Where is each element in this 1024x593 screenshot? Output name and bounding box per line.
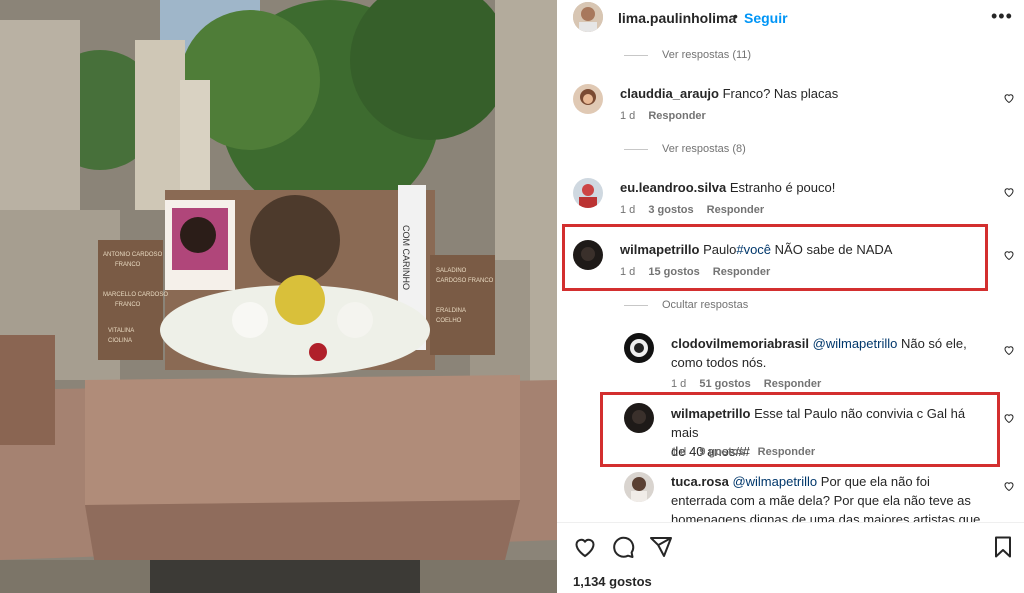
reply-button[interactable]: Responder	[758, 446, 815, 458]
reply-text-line-3: homenagens dignas de uma das maiores art…	[671, 512, 981, 522]
author-avatar[interactable]	[573, 2, 603, 32]
right-plaque-line-2: CARDOSO FRANCO	[436, 278, 494, 284]
right-plaque-line-1: SALADINO	[436, 268, 467, 274]
header-separator-dot: •	[733, 8, 738, 24]
comment-username[interactable]: wilmapetrillo	[620, 242, 699, 257]
comment-meta: 1 d 3 gostos Responder	[620, 204, 774, 216]
reply-text-line-1: Não só ele,	[897, 336, 967, 351]
comment-meta: 1 d 15 gostos Responder	[620, 266, 780, 278]
left-plaque-line-5: VITALINA	[108, 328, 134, 334]
comment-icon[interactable]	[611, 535, 635, 559]
commenter-avatar[interactable]	[573, 240, 603, 270]
reply-heart-icon[interactable]	[1003, 344, 1015, 356]
reply-meta: 1 d 51 gostos Responder	[671, 378, 831, 390]
left-plaque-line-4: FRANCO	[115, 302, 141, 308]
reply-time: 1 d	[671, 446, 687, 458]
comment-username[interactable]: eu.leandroo.silva	[620, 180, 726, 195]
comment-heart-icon[interactable]	[1003, 249, 1015, 261]
author-username[interactable]: lima.paulinholima	[618, 10, 736, 26]
commenter-avatar[interactable]	[573, 178, 603, 208]
ribbon-text: COM CARINHO	[401, 225, 411, 290]
comment-time: 1 d	[620, 266, 636, 278]
reply-avatar[interactable]	[624, 333, 654, 363]
comment-text: Franco? Nas placas	[722, 86, 839, 101]
left-plaque-line-2: FRANCO	[115, 262, 141, 268]
reply-heart-icon[interactable]	[1003, 412, 1015, 424]
post-header: lima.paulinholima • Seguir •••	[557, 0, 1024, 36]
reply-button[interactable]: Responder	[648, 110, 705, 122]
hide-replies-button[interactable]: Ocultar respostas	[662, 299, 748, 311]
view-replies-button[interactable]: Ver respostas (11)	[662, 49, 751, 61]
reply-heart-icon[interactable]	[1003, 480, 1015, 492]
likes-count[interactable]: 1,134 gostos	[573, 574, 652, 589]
reply-time: 1 d	[671, 378, 687, 390]
comment-text: NÃO sabe de NADA	[771, 242, 893, 257]
reply-username[interactable]: clodovilmemoriabrasil	[671, 336, 809, 351]
post-side-panel: lima.paulinholima • Seguir ••• Ver respo…	[557, 0, 1024, 593]
comment-text: Paulo	[703, 242, 737, 257]
reply-button[interactable]: Responder	[764, 378, 821, 390]
comment-body: wilmapetrillo Paulo#você NÃO sabe de NAD…	[620, 240, 892, 259]
reply-text-line-1: Por que ela não foi	[817, 474, 930, 489]
reply-button[interactable]: Responder	[713, 266, 770, 278]
cemetery-photo-illustration: COM CARINHO ANTONIO CARDOSO FRANCO MARCE…	[0, 0, 557, 593]
comment-heart-icon[interactable]	[1003, 92, 1015, 104]
share-icon[interactable]	[649, 535, 673, 559]
reply-username[interactable]: tuca.rosa	[671, 474, 729, 489]
bookmark-icon[interactable]	[991, 535, 1015, 559]
left-plaque-line-6: CIOLINA	[108, 338, 132, 344]
comment-likes[interactable]: 15 gostos	[648, 266, 699, 278]
left-plaque-line-3: MARCELLO CARDOSO	[103, 292, 168, 298]
follow-button[interactable]: Seguir	[744, 10, 788, 26]
comment-text: Estranho é pouco!	[729, 180, 836, 195]
reply-likes[interactable]: 9 gostos	[699, 446, 744, 458]
view-replies-button[interactable]: Ver respostas (8)	[662, 143, 746, 155]
comment-heart-icon[interactable]	[1003, 186, 1015, 198]
comment-hashtag[interactable]: #você	[736, 242, 771, 257]
actions-divider	[557, 522, 1024, 523]
reply-body: tuca.rosa @wilmapetrillo Por que ela não…	[671, 472, 991, 522]
reply-text-line-2: enterrada com a mãe dela? Por que ela nã…	[671, 493, 971, 508]
comment-username[interactable]: clauddia_araujo	[620, 86, 719, 101]
comment-body: eu.leandroo.silva Estranho é pouco!	[620, 178, 835, 197]
comment-body: clauddia_araujo Franco? Nas placas	[620, 84, 838, 103]
post-photo[interactable]: COM CARINHO ANTONIO CARDOSO FRANCO MARCE…	[0, 0, 557, 593]
right-plaque-line-3: ERALDINA	[436, 308, 466, 314]
comment-likes[interactable]: 3 gostos	[648, 204, 693, 216]
reply-meta: 1 d 9 gostos Responder	[671, 446, 825, 458]
view-replies-line	[624, 149, 648, 150]
reply-username[interactable]: wilmapetrillo	[671, 406, 750, 421]
reply-avatar[interactable]	[624, 403, 654, 433]
reply-mention[interactable]: @wilmapetrillo	[813, 336, 898, 351]
reply-mention[interactable]: @wilmapetrillo	[732, 474, 817, 489]
reply-body: clodovilmemoriabrasil @wilmapetrillo Não…	[671, 334, 991, 372]
comment-time: 1 d	[620, 110, 636, 122]
reply-text-line-2: como todos nós.	[671, 355, 767, 370]
view-replies-line	[624, 55, 648, 56]
heart-icon[interactable]	[573, 535, 597, 559]
reply-avatar[interactable]	[624, 472, 654, 502]
right-plaque-line-4: COELHO	[436, 318, 462, 324]
comment-time: 1 d	[620, 204, 636, 216]
more-options-icon[interactable]: •••	[991, 6, 1013, 27]
commenter-avatar[interactable]	[573, 84, 603, 114]
reply-likes[interactable]: 51 gostos	[699, 378, 750, 390]
hide-replies-line	[624, 305, 648, 306]
comment-meta: 1 d Responder	[620, 110, 716, 122]
comments-list[interactable]: Ver respostas (11) clauddia_araujo Franc…	[557, 36, 1024, 522]
reply-button[interactable]: Responder	[707, 204, 764, 216]
left-plaque-line-1: ANTONIO CARDOSO	[103, 252, 163, 258]
